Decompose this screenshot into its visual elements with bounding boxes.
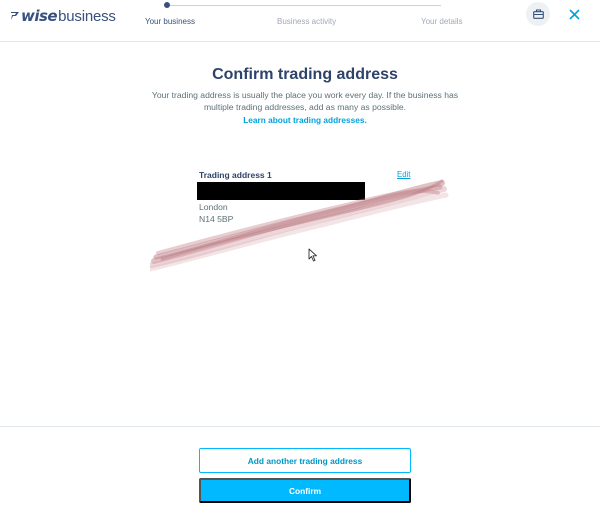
logo-brand-text: wise xyxy=(21,7,58,25)
add-trading-address-button[interactable]: Add another trading address xyxy=(199,448,411,473)
wise-business-logo[interactable]: wise business xyxy=(10,7,116,25)
page-description: Your trading address is usually the plac… xyxy=(151,90,459,112)
address-city: London xyxy=(199,202,228,212)
address-card-title: Trading address 1 xyxy=(199,170,272,180)
step-business-activity: Business activity xyxy=(277,17,337,26)
address-postcode: N14 5BP xyxy=(199,214,234,224)
wise-flag-icon xyxy=(11,12,19,20)
redacted-street-line xyxy=(197,182,365,200)
footer-actions: Add another trading address Confirm xyxy=(0,426,600,509)
close-button[interactable] xyxy=(565,4,583,24)
learn-about-addresses-link[interactable]: Learn about trading addresses. xyxy=(0,115,600,125)
close-icon xyxy=(568,8,580,20)
stepper-track xyxy=(168,5,441,6)
progress-stepper: Your business Business activity Your det… xyxy=(120,0,490,40)
page-title: Confirm trading address xyxy=(212,66,398,83)
briefcase-icon xyxy=(532,9,544,19)
top-bar: wise business Your business Business act… xyxy=(0,0,600,42)
step-your-details: Your details xyxy=(421,17,463,26)
mouse-cursor-icon xyxy=(308,248,317,262)
business-switcher-button[interactable] xyxy=(526,2,550,26)
stepper-current-dot xyxy=(164,2,170,8)
confirm-button[interactable]: Confirm xyxy=(199,478,411,503)
step-your-business: Your business xyxy=(145,17,195,26)
edit-address-link[interactable]: Edit xyxy=(397,170,410,179)
logo-suffix-text: business xyxy=(58,8,116,25)
